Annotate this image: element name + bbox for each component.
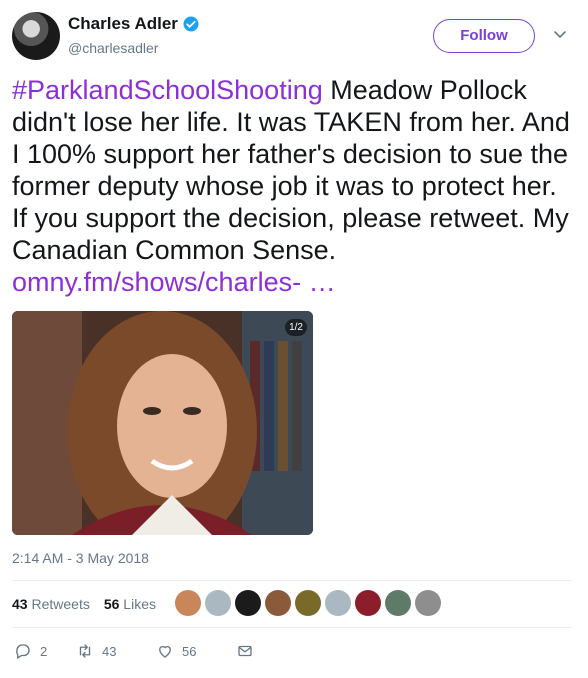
- liker-avatar[interactable]: [205, 590, 231, 616]
- liker-avatar[interactable]: [385, 590, 411, 616]
- liker-avatar[interactable]: [415, 590, 441, 616]
- liker-avatar[interactable]: [295, 590, 321, 616]
- retweet-count: 43: [102, 643, 117, 659]
- retweets-stat[interactable]: 43 Retweets: [12, 596, 90, 612]
- heart-icon: [159, 645, 171, 658]
- photo-illustration: [12, 311, 313, 535]
- likes-stat[interactable]: 56 Likes: [104, 596, 156, 612]
- liker-avatar[interactable]: [235, 590, 261, 616]
- reply-count: 2: [40, 643, 48, 659]
- follow-button[interactable]: Follow: [433, 19, 535, 53]
- chevron-down-icon[interactable]: [552, 26, 568, 42]
- like-count: 56: [182, 643, 197, 659]
- liker-avatar[interactable]: [325, 590, 351, 616]
- message-button[interactable]: [236, 642, 254, 660]
- retweet-icon: [79, 644, 91, 658]
- liker-avatar[interactable]: [355, 590, 381, 616]
- ellipsis[interactable]: …: [301, 267, 336, 297]
- divider: [12, 627, 572, 628]
- media-photo[interactable]: 1/2: [12, 311, 313, 535]
- user-name[interactable]: Charles Adler: [68, 14, 178, 34]
- action-bar: 2 43 56: [14, 642, 254, 660]
- divider: [12, 580, 572, 581]
- message-icon: [238, 645, 252, 657]
- like-button[interactable]: 56: [156, 642, 236, 660]
- verified-icon: [183, 16, 199, 32]
- liker-avatar[interactable]: [175, 590, 201, 616]
- reply-button[interactable]: 2: [14, 642, 76, 660]
- tweet-text: #ParklandSchoolShooting Meadow Pollock d…: [12, 74, 572, 298]
- liker-avatars: [175, 590, 441, 616]
- media-counter: 1/2: [285, 319, 307, 336]
- user-name-row[interactable]: Charles Adler: [68, 14, 200, 34]
- reply-icon: [16, 644, 30, 659]
- avatar[interactable]: [12, 12, 60, 60]
- hashtag-link[interactable]: #ParklandSchoolShooting: [12, 75, 323, 105]
- retweet-button[interactable]: 43: [76, 642, 156, 660]
- liker-avatar[interactable]: [265, 590, 291, 616]
- user-handle[interactable]: @charlesadler: [68, 40, 158, 56]
- url-link[interactable]: omny.fm/shows/charles-: [12, 267, 301, 297]
- timestamp[interactable]: 2:14 AM - 3 May 2018: [12, 550, 149, 566]
- engagement-stats: 43 Retweets 56 Likes: [12, 596, 156, 612]
